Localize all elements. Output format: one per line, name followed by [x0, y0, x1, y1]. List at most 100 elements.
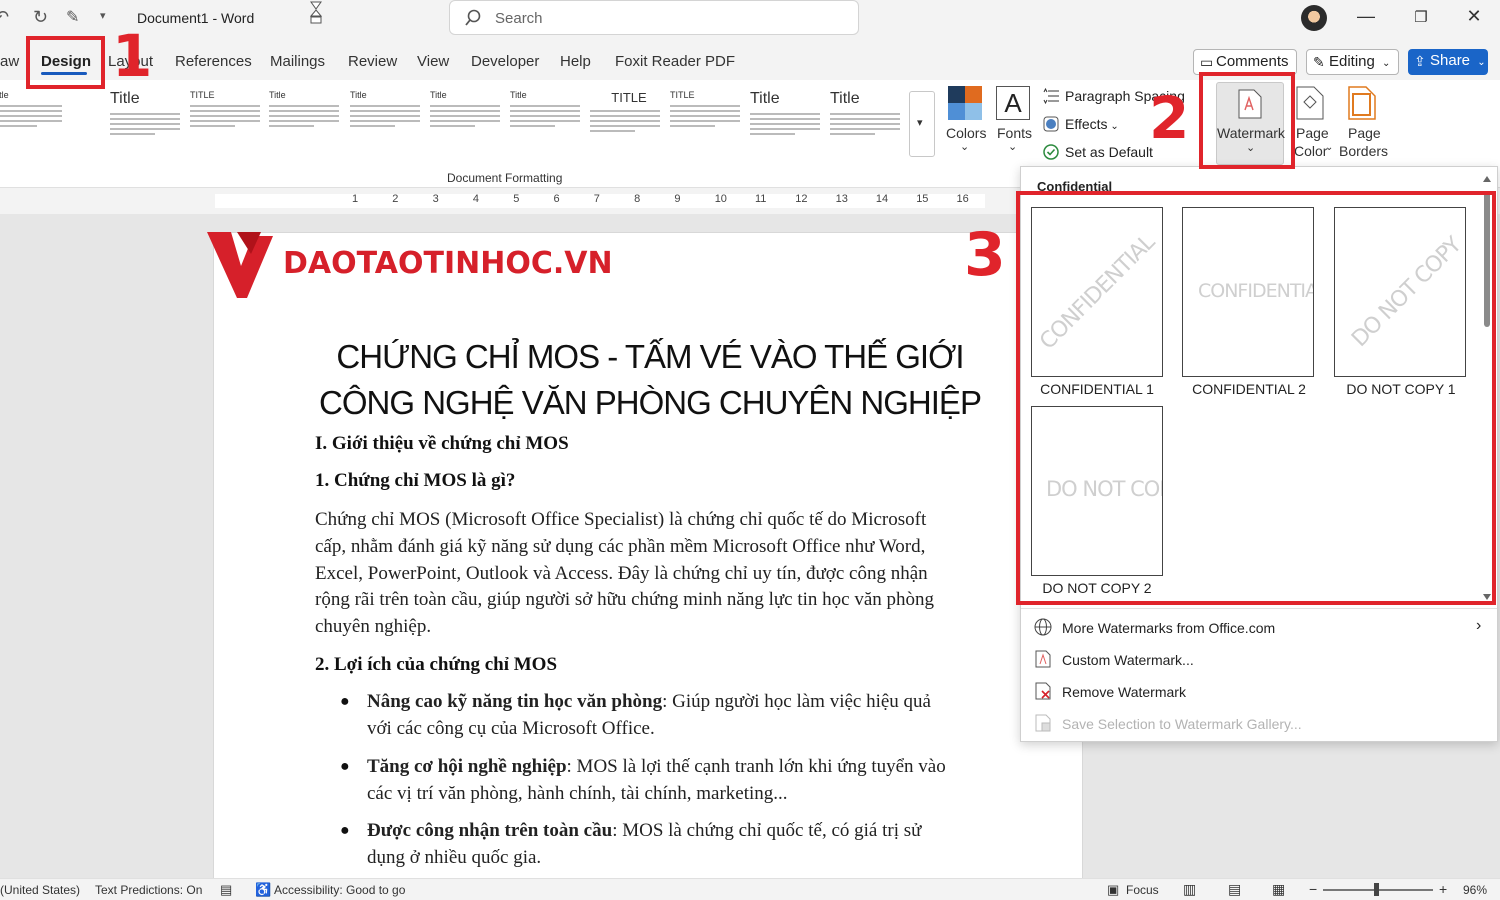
chevron-down-icon[interactable]: ⌄	[1325, 142, 1333, 153]
style-set-thumbnail[interactable]: Title	[269, 90, 347, 154]
effects-label: Effects	[1065, 116, 1108, 132]
set-as-default-button[interactable]: Set as Default	[1043, 144, 1153, 160]
restore-icon[interactable]: ❐	[1406, 8, 1436, 26]
style-set-text-sample	[190, 125, 235, 127]
style-set-text-sample	[750, 113, 820, 115]
tab-references[interactable]: References	[175, 53, 252, 70]
bullet-icon: ●	[340, 758, 350, 775]
tab-mailings[interactable]: Mailings	[270, 53, 325, 70]
subsection-heading-1: 1. Chứng chỉ MOS là gì?	[315, 470, 516, 491]
avatar[interactable]	[1301, 5, 1327, 31]
style-set-thumbnail[interactable]: Title	[750, 90, 828, 154]
close-icon[interactable]: ✕	[1459, 6, 1489, 27]
style-set-thumbnail[interactable]: Title	[830, 90, 908, 154]
style-set-thumbnail[interactable]: Title	[110, 90, 188, 154]
language-status[interactable]: (United States)	[0, 883, 80, 897]
ruler-number: 1	[352, 193, 359, 205]
style-gallery-more-button[interactable]: ▾	[909, 91, 935, 157]
style-set-thumbnail[interactable]: TITLE	[670, 90, 748, 154]
tab-help[interactable]: Help	[560, 53, 591, 70]
zoom-level[interactable]: 96%	[1463, 883, 1487, 897]
bullet-icon: ●	[340, 822, 350, 839]
style-set-text-sample	[750, 133, 795, 135]
style-set-text-sample	[350, 125, 395, 127]
zoom-slider-thumb[interactable]	[1374, 883, 1379, 896]
bullet-line2: với các công cụ của Microsoft Office.	[367, 718, 655, 739]
logo-text: DAOTAOTINHOC.VN	[283, 246, 613, 281]
paragraph-line: rộng rãi trên toàn cầu, giúp người sở hữ…	[315, 589, 935, 610]
share-button[interactable]: ⇪ Share ⌄	[1408, 49, 1488, 75]
tab-developer[interactable]: Developer	[471, 53, 539, 70]
bullet-text: : MOS là lợi thế cạnh tranh lớn khi ứng …	[566, 756, 946, 777]
text-predictions-status[interactable]: Text Predictions: On	[95, 883, 202, 897]
style-set-thumbnail[interactable]: TITLE	[190, 90, 268, 154]
search-box[interactable]: Search	[449, 0, 859, 35]
step-number-3: 3	[964, 220, 1006, 290]
chevron-right-icon[interactable]: ›	[1476, 617, 1481, 635]
tab-review[interactable]: Review	[348, 53, 397, 70]
remove-watermark-item[interactable]: Remove Watermark	[1062, 684, 1186, 700]
page-color-label-2[interactable]: Color	[1294, 143, 1327, 159]
style-set-text-sample	[350, 120, 420, 122]
style-set-title: Title	[0, 90, 9, 100]
colors-icon[interactable]	[948, 86, 982, 120]
chevron-down-icon: ⌄	[1477, 57, 1486, 68]
paragraph-line: Chứng chỉ MOS (Microsoft Office Speciali…	[315, 509, 927, 530]
page-color-label-1[interactable]: Page	[1296, 125, 1329, 141]
style-set-text-sample	[590, 110, 660, 112]
style-set-text-sample	[269, 115, 339, 117]
section-heading: I. Giới thiệu về chứng chỉ MOS	[315, 433, 569, 454]
web-layout-icon[interactable]: ▦	[1272, 881, 1285, 898]
chevron-down-icon[interactable]: ⌄	[960, 140, 969, 153]
accessibility-status[interactable]: Accessibility: Good to go	[274, 883, 405, 897]
read-mode-icon[interactable]: ▥	[1183, 881, 1196, 898]
bullet-item: Tăng cơ hội nghề nghiệp: MOS là lợi thế …	[367, 756, 946, 778]
effects-button[interactable]: Effects ⌄	[1043, 116, 1119, 132]
qat-dropdown-icon[interactable]: ▾	[100, 9, 106, 22]
paragraph-line: cấp, nhằm đánh giá kỹ năng sử dụng các p…	[315, 536, 926, 557]
minimize-icon[interactable]: —	[1351, 6, 1381, 27]
style-set-thumbnail[interactable]: Title	[510, 90, 588, 154]
style-set-thumbnail[interactable]: Title	[0, 90, 70, 154]
style-set-text-sample	[590, 125, 660, 127]
page-color-icon[interactable]	[1296, 86, 1324, 120]
style-set-text-sample	[0, 105, 62, 107]
custom-watermark-item[interactable]: Custom Watermark...	[1062, 652, 1194, 668]
customize-icon[interactable]: ✎	[66, 7, 79, 27]
macro-record-icon[interactable]: ▤	[220, 882, 232, 898]
tab-draw[interactable]: aw	[0, 53, 19, 70]
ruler-number: 11	[755, 193, 767, 205]
style-set-thumbnail[interactable]: Title	[430, 90, 508, 154]
style-set-text-sample	[830, 128, 900, 130]
document-title-line1: CHỨNG CHỈ MOS - TẤM VÉ VÀO THẾ GIỚI	[336, 338, 964, 375]
ruler-number: 3	[432, 193, 439, 205]
focus-button[interactable]: Focus	[1126, 883, 1159, 897]
tab-foxit[interactable]: Foxit Reader PDF	[615, 53, 735, 70]
page-borders-icon[interactable]	[1348, 86, 1376, 120]
style-set-text-sample	[350, 110, 420, 112]
zoom-out-icon[interactable]: −	[1309, 881, 1317, 897]
more-watermarks-item[interactable]: More Watermarks from Office.com	[1062, 620, 1275, 636]
style-set-title: Title	[350, 90, 367, 100]
print-layout-icon[interactable]: ▤	[1228, 881, 1241, 898]
undo-icon[interactable]: ↶	[0, 7, 9, 28]
page-borders-label-2[interactable]: Borders	[1339, 143, 1388, 159]
style-set-text-sample	[510, 115, 580, 117]
redo-icon[interactable]: ↻	[33, 7, 48, 28]
style-set-thumbnail[interactable]: Title	[350, 90, 428, 154]
bullet-bold: Nâng cao kỹ năng tin học văn phòng	[367, 691, 663, 712]
fonts-label[interactable]: Fonts	[997, 125, 1032, 141]
ruler-number: 12	[795, 193, 808, 205]
editing-button[interactable]: ✎ Editing ⌄	[1306, 49, 1399, 75]
fonts-icon[interactable]: A	[996, 86, 1030, 120]
colors-label[interactable]: Colors	[946, 125, 986, 141]
page-borders-label-1[interactable]: Page	[1348, 125, 1381, 141]
share-label: Share	[1430, 52, 1471, 69]
zoom-in-icon[interactable]: +	[1439, 881, 1447, 897]
chevron-down-icon[interactable]: ⌄	[1008, 140, 1017, 153]
style-set-thumbnail[interactable]: TITLE	[590, 90, 668, 154]
tab-view[interactable]: View	[417, 53, 449, 70]
indent-marker-icon[interactable]	[310, 1, 322, 25]
chevron-down-icon: ⌄	[1107, 121, 1119, 132]
style-set-text-sample	[430, 105, 500, 107]
